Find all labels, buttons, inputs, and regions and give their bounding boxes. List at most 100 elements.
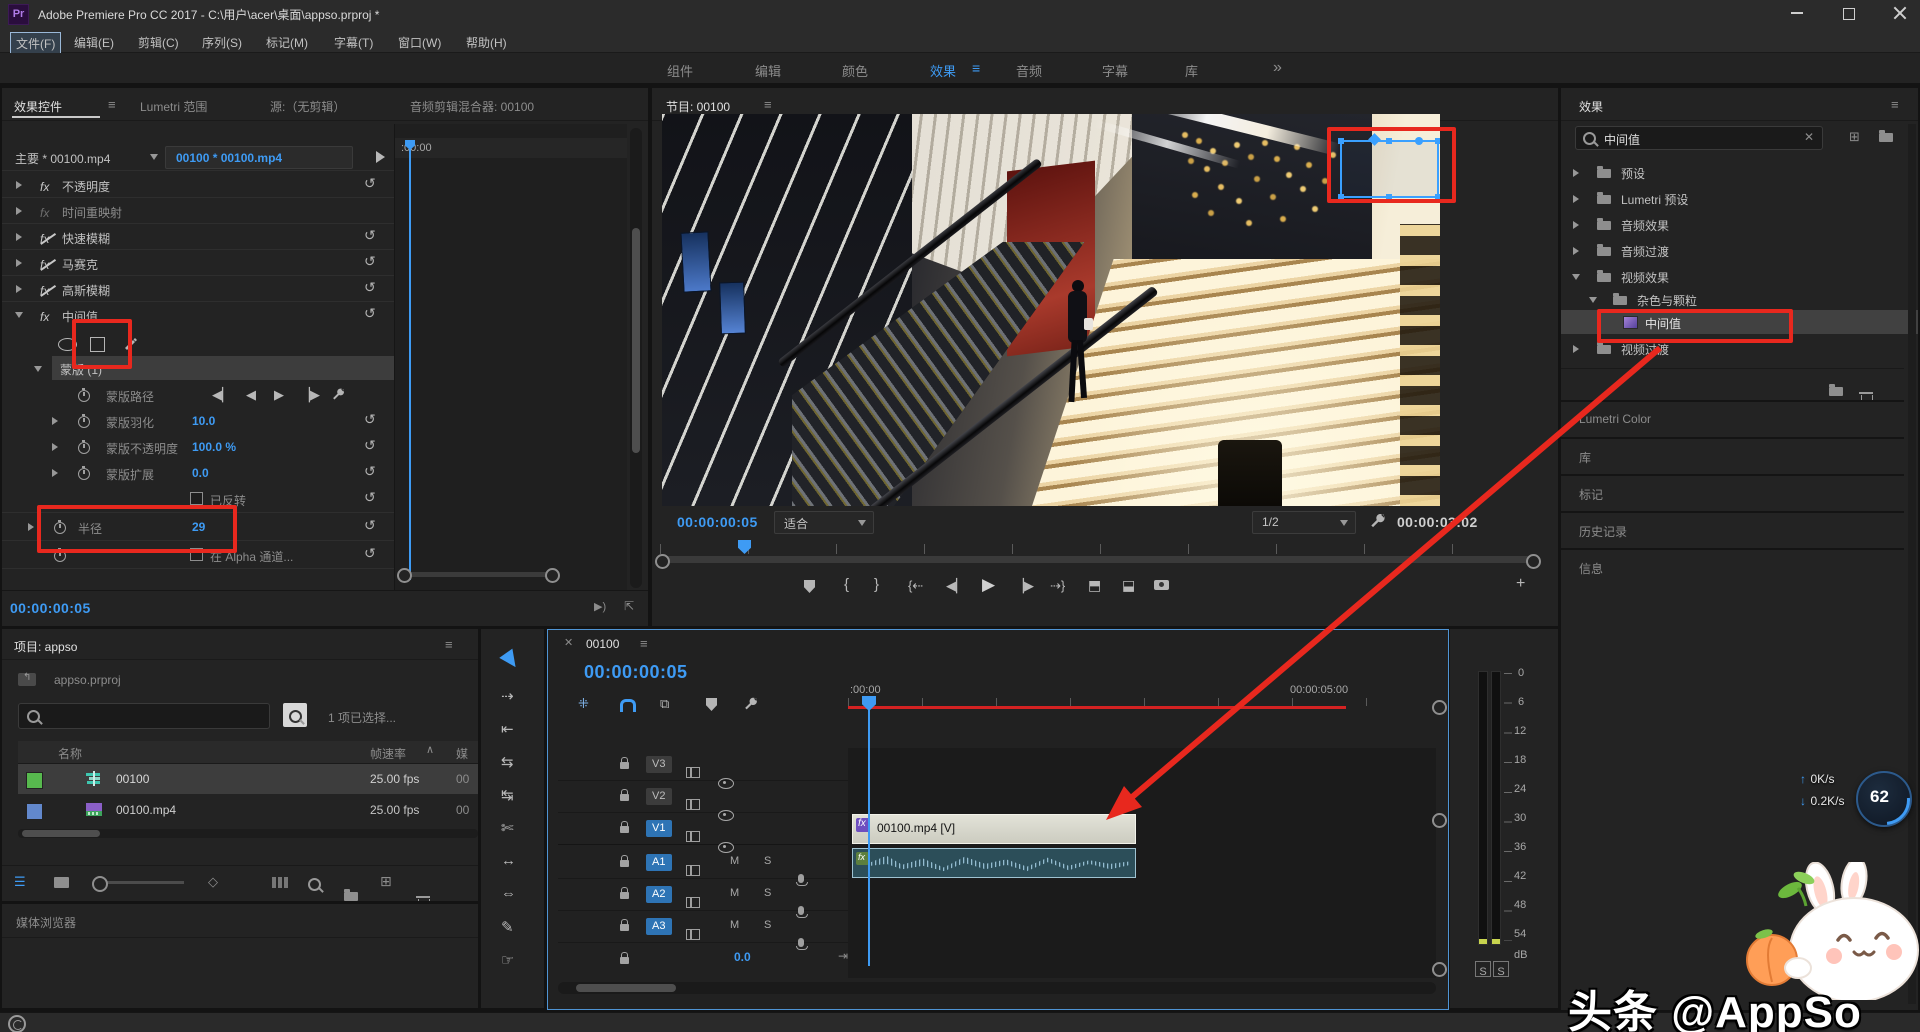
table-row-sequence[interactable]: 00100 25.00 fps 00 (18, 764, 478, 794)
reset-icon[interactable]: ↺ (364, 281, 376, 293)
track-badge-v2[interactable]: V2 (646, 788, 672, 805)
rolling-edit-tool[interactable]: ⇆ (501, 753, 514, 771)
twirl-icon[interactable] (1573, 221, 1583, 229)
scrub-handle-right[interactable] (1526, 554, 1541, 569)
mute-button[interactable]: M (730, 887, 739, 899)
workspace-tab-editing[interactable]: 编辑 (755, 61, 781, 80)
effect-row-fast-blur[interactable]: fx 快速模糊 ↺ (2, 224, 394, 250)
alpha-channel-row[interactable]: 在 Alpha 通道... ↺ (2, 542, 394, 568)
zoom-slider-handle[interactable] (92, 876, 108, 892)
twirl-icon[interactable] (1573, 247, 1583, 255)
table-row-clip[interactable]: 00100.mp4 25.00 fps 00 (18, 795, 478, 825)
workspace-tab-assembly[interactable]: 组件 (667, 61, 693, 80)
timeline-playhead-line[interactable] (868, 702, 870, 966)
reset-icon[interactable]: ↺ (364, 465, 376, 477)
stopwatch-icon[interactable] (78, 468, 90, 480)
scrub-handle-left[interactable] (655, 554, 670, 569)
add-marker-icon[interactable] (706, 698, 717, 711)
timeline-hscrollbar[interactable] (558, 982, 1436, 994)
mark-in-button[interactable]: { (844, 576, 849, 593)
effects-search-box[interactable]: 中间值 ✕ (1575, 126, 1823, 150)
menu-title[interactable]: 字幕(T) (334, 34, 373, 51)
solo-button[interactable]: S (764, 887, 771, 899)
play-audio-icon[interactable]: ▶) (594, 600, 606, 613)
snap-icon[interactable] (620, 699, 636, 712)
sequence-clip-chip[interactable]: 00100 * 00100.mp4 (165, 146, 353, 169)
lock-icon[interactable] (620, 924, 629, 931)
menu-clip[interactable]: 剪辑(C) (138, 34, 179, 51)
twirl-icon[interactable] (1589, 297, 1597, 307)
sort-ascending-icon[interactable]: ∧ (426, 743, 434, 756)
ec-timecode[interactable]: 00:00:00:05 (10, 600, 91, 616)
mask-handle[interactable] (1386, 194, 1392, 200)
column-media[interactable]: 媒 (456, 745, 468, 762)
accepted-effects-icon[interactable] (1879, 133, 1893, 142)
column-framerate[interactable]: 帧速率 (370, 745, 406, 762)
lift-button[interactable]: ⬒ (1088, 577, 1101, 594)
timeline-clip-audio[interactable]: fx (852, 848, 1136, 878)
automate-to-sequence-icon[interactable]: ◇ (208, 874, 218, 890)
icon-view-button[interactable] (54, 877, 69, 888)
close-button[interactable] (1893, 6, 1907, 20)
timeline-scroll-handle-top[interactable] (1432, 700, 1447, 715)
solo-left-button[interactable]: S (1475, 961, 1491, 977)
menu-file[interactable]: 文件(F) (10, 32, 61, 55)
timeline-clip-video[interactable]: fx 00100.mp4 [V] (852, 814, 1136, 844)
creative-cloud-icon[interactable] (8, 1015, 26, 1032)
twirl-icon[interactable] (52, 417, 62, 425)
insert-overwrite-icon[interactable]: ⁜ (578, 696, 589, 712)
chevron-down-icon[interactable] (150, 154, 158, 164)
ec-scrollbar[interactable] (630, 128, 642, 588)
monitor-scrub-track[interactable] (660, 556, 1538, 563)
column-name[interactable]: 名称 (58, 745, 82, 762)
fx-disabled-icon[interactable]: fx (40, 284, 49, 298)
step-forward-button[interactable]: ▕▶ (1014, 578, 1034, 594)
maximize-button[interactable] (1843, 8, 1855, 20)
inverted-checkbox[interactable] (190, 492, 203, 505)
mask-handle[interactable] (1386, 138, 1392, 144)
mute-button[interactable]: M (730, 855, 739, 867)
extract-button[interactable]: ⬓ (1122, 577, 1135, 594)
stopwatch-icon[interactable] (78, 390, 90, 402)
keyframe-ruler[interactable]: :00:00 (395, 138, 627, 158)
panel-menu-icon[interactable]: ≡ (445, 637, 453, 652)
track-badge-v1[interactable]: V1 (646, 820, 672, 837)
panel-menu-icon[interactable]: ≡ (1891, 97, 1899, 112)
pen-mask-icon[interactable] (122, 335, 138, 351)
mask-expansion-handle[interactable] (1415, 137, 1423, 145)
bin-up-icon[interactable]: ↰ (18, 673, 36, 686)
video-viewport[interactable] (662, 114, 1440, 506)
master-level-value[interactable]: 0.0 (734, 950, 751, 964)
mask-opacity-row[interactable]: 蒙版不透明度 100.0 % ↺ (2, 434, 394, 460)
twirl-icon[interactable] (1572, 274, 1580, 284)
mask-handle[interactable] (1435, 194, 1440, 200)
tab-program-monitor[interactable]: 节目: 00100 (666, 98, 730, 115)
playback-resolution-dropdown[interactable]: 1/2 (1252, 511, 1356, 534)
tab-lumetri-scopes[interactable]: Lumetri 范围 (140, 98, 207, 115)
track-header-v3[interactable]: V3 (558, 748, 848, 781)
effect-row-median[interactable]: fx 中间值 ↺ (2, 302, 394, 328)
lock-icon[interactable] (620, 957, 629, 964)
selection-tool[interactable] (499, 649, 526, 679)
reset-icon[interactable]: ↺ (364, 439, 376, 451)
stacked-panel-markers[interactable]: 标记 (1561, 474, 1904, 511)
linked-selection-icon[interactable]: ⧉ (660, 696, 669, 712)
reset-icon[interactable]: ↺ (364, 229, 376, 241)
write-keyframes-icon[interactable]: ⇱ (624, 599, 634, 613)
list-view-button[interactable]: ☰ (14, 874, 26, 890)
play-button[interactable]: ▶ (982, 575, 995, 595)
twirl-icon[interactable] (15, 312, 23, 322)
lock-icon[interactable] (620, 762, 629, 769)
mask-feather-value[interactable]: 10.0 (192, 414, 215, 428)
twirl-icon[interactable] (1573, 195, 1583, 203)
tab-project[interactable]: 项目: appso (14, 638, 77, 655)
rate-stretch-tool[interactable]: ↹ (501, 786, 514, 804)
mask-expansion-row[interactable]: 蒙版扩展 0.0 ↺ (2, 460, 394, 486)
reset-icon[interactable]: ↺ (364, 413, 376, 425)
performance-badge[interactable]: 62 (1856, 771, 1912, 827)
mask-handle[interactable] (1435, 138, 1440, 144)
mask-header-row[interactable]: 蒙版 (1) (2, 356, 394, 382)
twirl-icon[interactable] (16, 285, 26, 293)
panel-menu-icon[interactable]: ≡ (108, 97, 116, 112)
tree-row-audio-effects[interactable]: 音频效果 (1561, 212, 1918, 237)
